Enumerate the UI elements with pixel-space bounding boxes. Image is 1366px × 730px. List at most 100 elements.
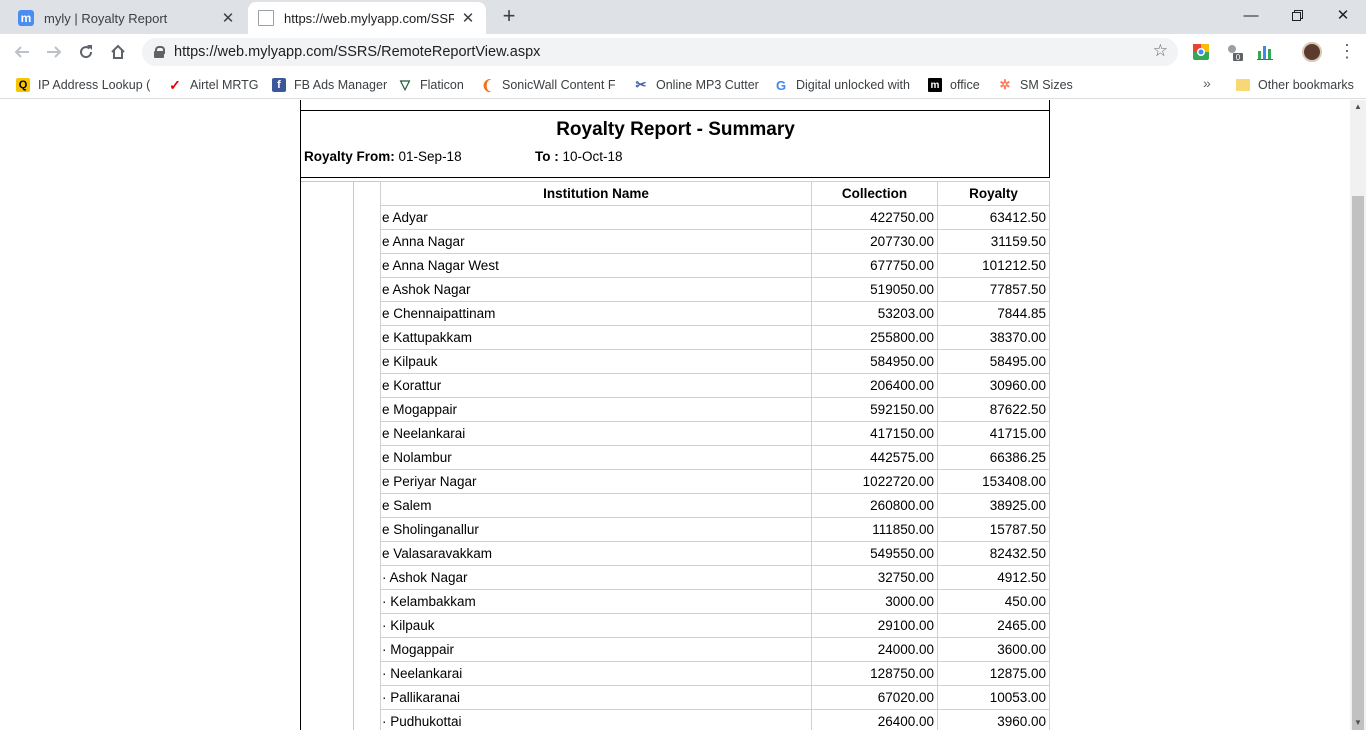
bookmark-digital-unlocked[interactable]: G Digital unlocked with (774, 76, 910, 94)
scroll-down-icon[interactable]: ▼ (1350, 716, 1366, 730)
lock-icon (154, 46, 165, 58)
bookmark-airtel[interactable]: ✓ Airtel MRTG (168, 76, 258, 94)
url-text: https://web.mylyapp.com/SSRS/RemoteRepor… (174, 44, 541, 60)
institution-cell: e Ashok Nagar (380, 277, 812, 302)
institution-cell: e Anna Nagar (380, 229, 812, 254)
minimize-icon[interactable]: — (1228, 0, 1274, 30)
collection-cell: 206400.00 (811, 373, 938, 398)
scroll-thumb[interactable] (1352, 196, 1364, 730)
institution-cell: e Adyar (380, 205, 812, 230)
bookmark-label: IP Address Lookup (I (38, 78, 150, 92)
vertical-scrollbar[interactable]: ▲ ▼ (1350, 100, 1366, 730)
collection-cell: 255800.00 (811, 325, 938, 350)
bookmark-label: SM Sizes (1020, 78, 1073, 92)
table-row: e Kattupakkam 255800.00 38370.00 (380, 325, 1050, 350)
tab-royalty-report[interactable]: m myly | Royalty Report ✕ (8, 2, 246, 34)
collection-cell: 32750.00 (811, 565, 938, 590)
home-button[interactable] (106, 40, 130, 64)
collection-cell: 549550.00 (811, 541, 938, 566)
date-from: Royalty From: 01-Sep-18 (304, 149, 462, 164)
institution-cell: e Periyar Nagar (380, 469, 812, 494)
institution-cell: e Mogappair (380, 397, 812, 422)
extension-chart-icon[interactable] (1256, 43, 1274, 61)
royalty-cell: 31159.50 (937, 229, 1050, 254)
royalty-cell: 12875.00 (937, 661, 1050, 686)
institution-cell: · Pallikaranai (380, 685, 812, 710)
collection-cell: 677750.00 (811, 253, 938, 278)
bookmark-office[interactable]: m office (928, 76, 980, 94)
bookmark-sonicwall[interactable]: ❨ SonicWall Content Fil (480, 76, 616, 94)
other-bookmarks[interactable]: Other bookmarks (1236, 76, 1354, 94)
collection-cell: 29100.00 (811, 613, 938, 638)
office-icon: m (928, 78, 942, 92)
royalty-cell: 3960.00 (937, 709, 1050, 730)
menu-icon[interactable]: ⋮ (1338, 42, 1356, 60)
close-icon[interactable]: ✕ (460, 9, 476, 27)
collection-cell: 442575.00 (811, 445, 938, 470)
bookmarks-bar: Q IP Address Lookup (I ✓ Airtel MRTG f F… (0, 71, 1366, 99)
bookmark-ip-lookup[interactable]: Q IP Address Lookup (I (16, 76, 150, 94)
scroll-up-icon[interactable]: ▲ (1350, 100, 1366, 114)
hubspot-icon: ✲ (999, 77, 1011, 92)
to-value: 10-Oct-18 (562, 149, 623, 164)
table-row: e Anna Nagar 207730.00 31159.50 (380, 229, 1050, 254)
bookmark-mp3-cutter[interactable]: ✂ Online MP3 Cutter (634, 76, 760, 94)
bookmark-label: Online MP3 Cutter (656, 78, 759, 92)
institution-cell: e Kilpauk (380, 349, 812, 374)
extension-google-icon[interactable] (1192, 43, 1210, 61)
royalty-cell: 41715.00 (937, 421, 1050, 446)
new-tab-button[interactable]: + (498, 5, 520, 28)
collection-cell: 1022720.00 (811, 469, 938, 494)
institution-cell: · Neelankarai (380, 661, 812, 686)
institution-cell: e Sholinganallur (380, 517, 812, 542)
from-value: 01-Sep-18 (398, 149, 462, 164)
table-row: e Chennaipattinam 53203.00 7844.85 (380, 301, 1050, 326)
bookmark-label: Flaticon (420, 78, 464, 92)
bookmark-star-icon[interactable]: ☆ (1153, 41, 1168, 61)
institution-cell: e Anna Nagar West (380, 253, 812, 278)
tab-strip: m myly | Royalty Report ✕ https://web.my… (0, 0, 1366, 34)
column-header-royalty: Royalty (937, 181, 1050, 206)
forward-button[interactable] (42, 40, 66, 64)
tab-report-viewer[interactable]: https://web.mylyapp.com/SSRS/R ✕ (248, 2, 486, 34)
bookmark-label: Digital unlocked with (796, 78, 910, 92)
extension-badge: 0 (1236, 53, 1241, 61)
collection-cell: 53203.00 (811, 301, 938, 326)
chevron-double-right-icon[interactable]: » (1203, 75, 1211, 91)
table-row: e Nolambur 442575.00 66386.25 (380, 445, 1050, 470)
bookmark-fb-ads[interactable]: f FB Ads Manager (272, 76, 387, 94)
institution-cell: · Pudhukottai (380, 709, 812, 730)
royalty-cell: 10053.00 (937, 685, 1050, 710)
extension-puzzle-icon[interactable]: 0 (1225, 43, 1243, 62)
myly-favicon-icon: m (18, 10, 34, 26)
table-row: · Mogappair 24000.00 3600.00 (380, 637, 1050, 662)
table-row: e Neelankarai 417150.00 41715.00 (380, 421, 1050, 446)
institution-cell: e Salem (380, 493, 812, 518)
royalty-cell: 63412.50 (937, 205, 1050, 230)
window-close-icon[interactable]: ✕ (1320, 0, 1366, 30)
institution-cell: e Korattur (380, 373, 812, 398)
column-header-collection: Collection (811, 181, 938, 206)
header-bottom-rule (301, 177, 1050, 178)
royalty-cell: 30960.00 (937, 373, 1050, 398)
royalty-cell: 87622.50 (937, 397, 1050, 422)
bookmark-sm-sizes[interactable]: ✲ SM Sizes (998, 76, 1073, 94)
institution-cell: · Kilpauk (380, 613, 812, 638)
tab-title: myly | Royalty Report (44, 10, 168, 26)
reload-button[interactable] (74, 40, 98, 64)
royalty-cell: 3600.00 (937, 637, 1050, 662)
restore-icon[interactable] (1274, 0, 1320, 30)
address-bar[interactable]: https://web.mylyapp.com/SSRS/RemoteRepor… (142, 38, 1178, 66)
royalty-cell: 7844.85 (937, 301, 1050, 326)
royalty-cell: 77857.50 (937, 277, 1050, 302)
table-row: e Korattur 206400.00 30960.00 (380, 373, 1050, 398)
bookmark-flaticon[interactable]: ▽ Flaticon (398, 76, 464, 94)
back-button[interactable] (10, 40, 34, 64)
table-row: e Adyar 422750.00 63412.50 (380, 205, 1050, 230)
profile-avatar[interactable] (1302, 42, 1322, 62)
royalty-cell: 153408.00 (937, 469, 1050, 494)
royalty-cell: 2465.00 (937, 613, 1050, 638)
table-row: e Valasaravakkam 549550.00 82432.50 (380, 541, 1050, 566)
collection-cell: 128750.00 (811, 661, 938, 686)
close-icon[interactable]: ✕ (220, 9, 236, 27)
